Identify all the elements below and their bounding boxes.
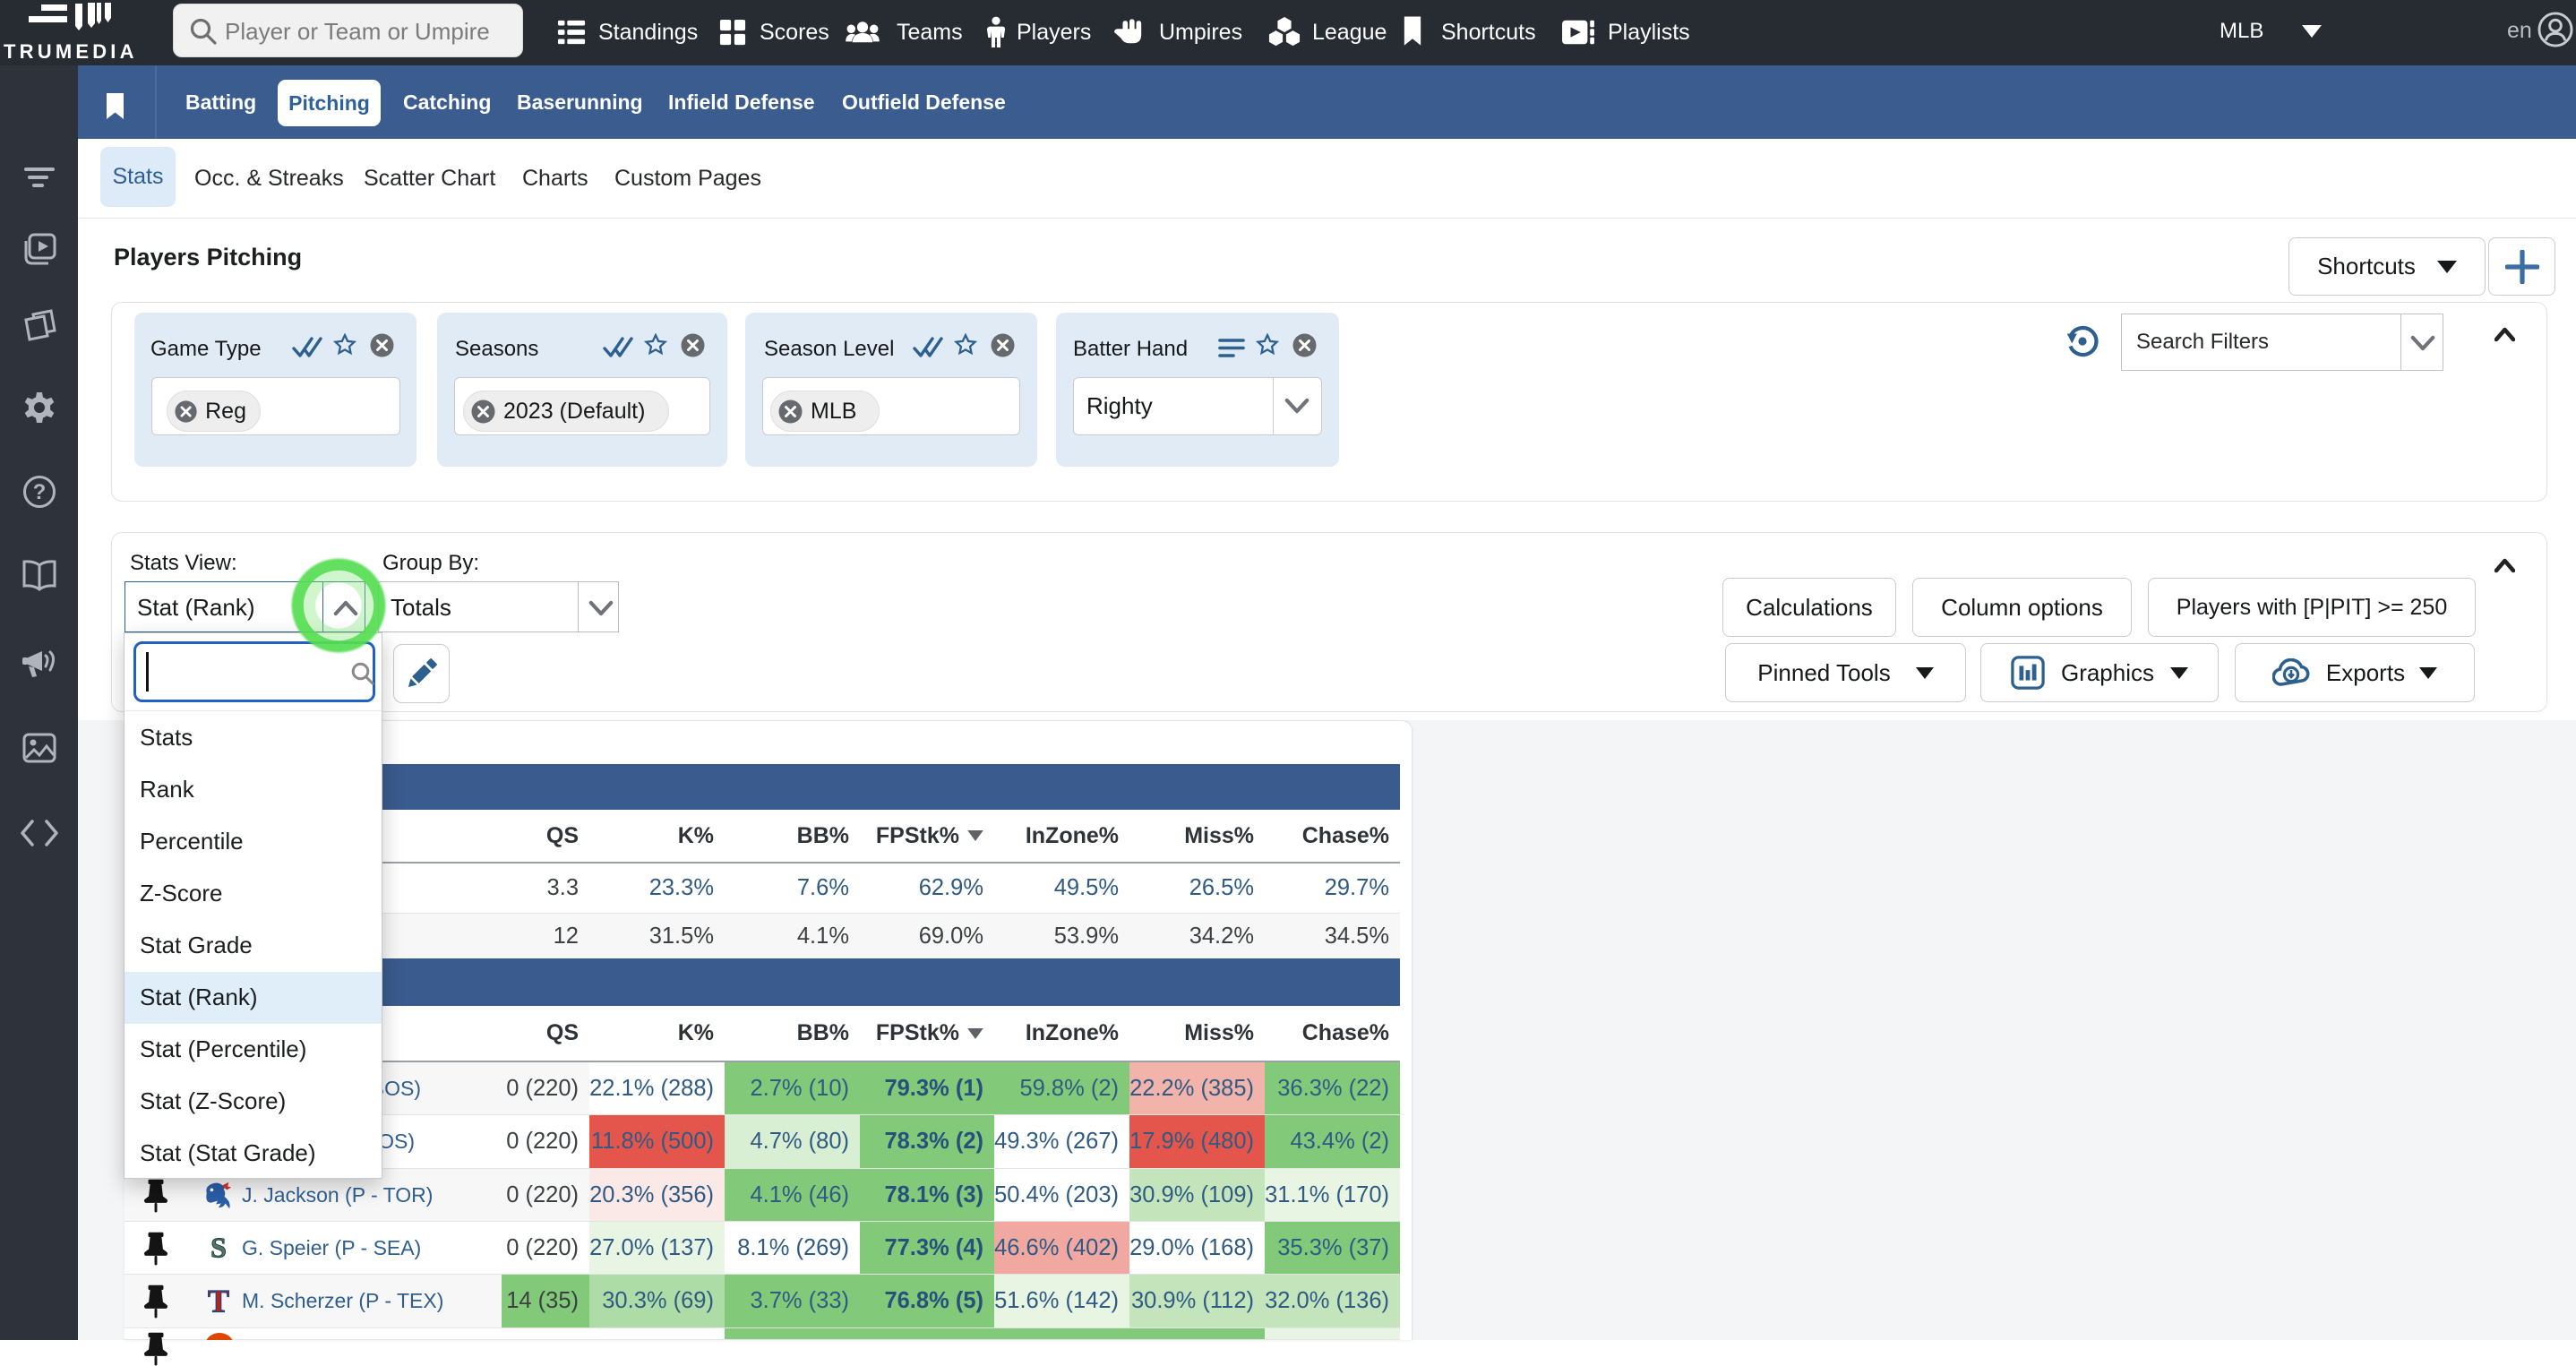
svg-text:?: ? bbox=[33, 480, 47, 504]
svg-text:T: T bbox=[208, 1283, 229, 1319]
svg-text:S: S bbox=[210, 1231, 227, 1263]
